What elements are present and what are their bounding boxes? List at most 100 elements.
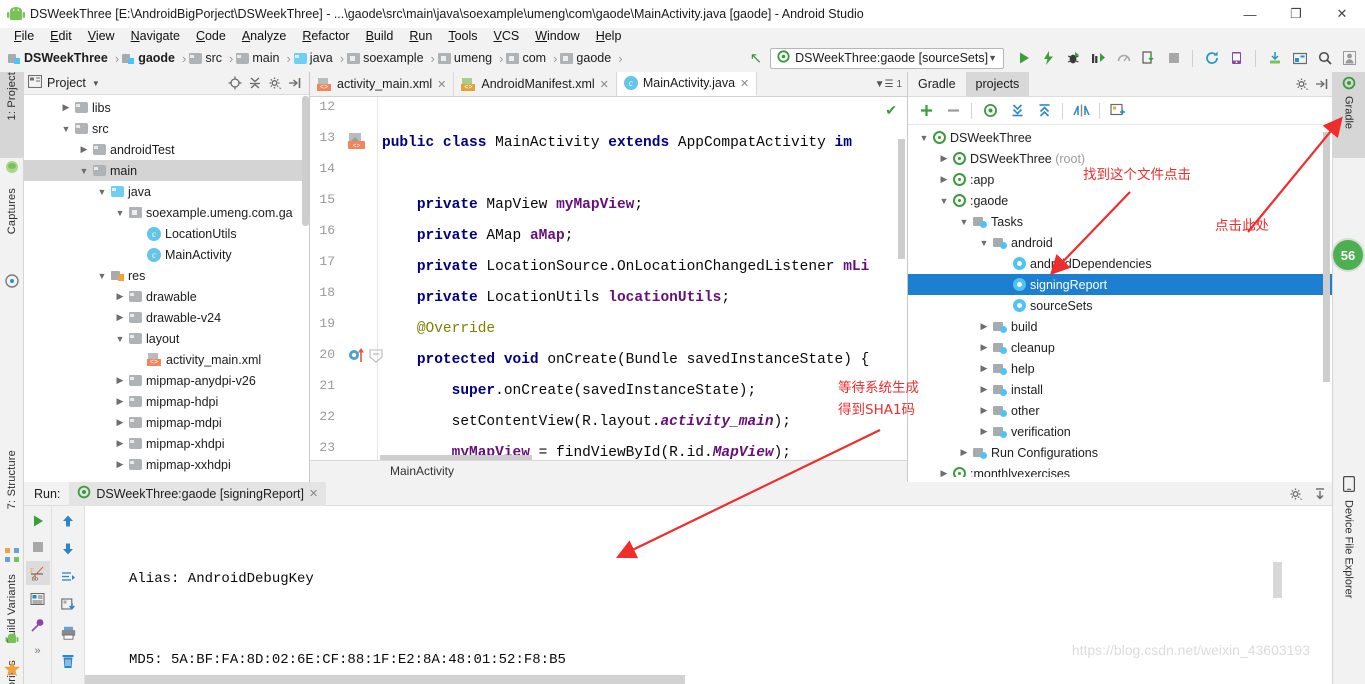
chevron-right-icon[interactable]: ▶ [978,384,990,395]
trash-icon[interactable] [56,649,80,673]
attach-debugger-icon[interactable] [1137,47,1160,69]
chevron-down-icon[interactable]: ▼ [938,196,950,206]
code-fold-icon[interactable] [369,349,383,366]
menu-item-build[interactable]: Build [358,28,402,44]
gradle-tree-row[interactable]: ▶:app [908,169,1332,190]
project-tree-row[interactable]: ▼ layout [24,328,309,349]
editor-breadcrumb[interactable]: MainActivity [390,464,454,478]
gradle-tree-row[interactable]: ▶ cleanup [908,337,1332,358]
menu-item-refactor[interactable]: Refactor [294,28,357,44]
chevron-right-icon[interactable]: ▶ [78,144,90,155]
chevron-down-icon[interactable]: ▼ [78,166,90,176]
menu-item-file[interactable]: File [6,28,42,44]
gradle-tree-row[interactable]: ▶ DSWeekThree (root) [908,148,1332,169]
project-tree-row[interactable]: ▶ libs [24,97,309,118]
remove-icon[interactable] [940,99,966,123]
hide-icon[interactable] [1308,483,1332,505]
chevron-right-icon[interactable]: ▶ [114,375,126,386]
gradle-tree-row[interactable]: ▶ install [908,379,1332,400]
apply-changes-icon[interactable] [1037,47,1060,69]
close-icon[interactable]: ✕ [740,77,749,90]
project-tree-row[interactable]: ▶ androidTest [24,139,309,160]
up-icon[interactable] [56,509,80,533]
editor-tab-mainactivity-java[interactable]: c MainActivity.java ✕ [616,72,758,96]
notification-bubble[interactable]: 56 [1331,238,1365,272]
collapse-all-icon[interactable] [245,73,265,93]
project-tree-row[interactable]: ▼ main [24,160,309,181]
chevron-right-icon[interactable]: ▶ [958,447,970,458]
export-icon[interactable] [56,593,80,617]
gradle-tree-row[interactable]: ▶androidDependencies [908,253,1332,274]
close-button[interactable]: ✕ [1319,0,1365,28]
project-tree-row[interactable]: ▶ mipmap-hdpi [24,391,309,412]
project-tree-row[interactable]: ▼ res [24,265,309,286]
menu-item-run[interactable]: Run [401,28,440,44]
breadcrumb-item-src[interactable]: src [189,47,224,69]
editor-tab-androidmanifest-xml[interactable]: <> AndroidManifest.xml ✕ [454,72,617,96]
editor-gutter[interactable]: 12 13 14 15 16 17 18 19 20 21 22 23 24 <… [310,97,383,468]
console-output[interactable]: Alias: AndroidDebugKey MD5: 5A:BF:FA:8D:… [85,506,1332,684]
user-icon[interactable] [1338,47,1361,69]
menu-item-analyze[interactable]: Analyze [234,28,294,44]
sync-gradle-icon[interactable] [1200,47,1223,69]
project-scrollbar[interactable] [302,96,309,226]
locate-icon[interactable] [225,73,245,93]
breadcrumb-item-dsweekthree[interactable]: DSWeekThree [8,47,110,69]
stop-icon[interactable] [1162,47,1185,69]
chevron-down-icon[interactable]: ▼ [96,187,108,197]
soft-wrap-icon[interactable] [26,587,50,611]
editor-tab-overflow[interactable]: ▼☰ 1 [875,72,907,96]
override-method-icon[interactable] [348,347,368,366]
close-icon[interactable]: ✕ [437,78,446,91]
chevron-right-icon[interactable]: ▶ [60,102,72,113]
gradle-tree-row[interactable]: ▶sourceSets [908,295,1332,316]
toggle-offline-icon[interactable] [1068,99,1094,123]
refresh-gradle-icon[interactable] [977,99,1003,123]
gradle-tree-row[interactable]: ▼ Tasks [908,211,1332,232]
chevron-right-icon[interactable]: ▶ [938,174,950,185]
close-icon[interactable]: ✕ [600,78,609,91]
maximize-button[interactable]: ❐ [1273,0,1319,28]
sidebar-item-project[interactable]: 1: Project [0,72,24,158]
back-arrow-icon[interactable]: ↖ [750,49,763,67]
project-tree-row[interactable]: ▶ mipmap-xxhdpi [24,454,309,475]
inspection-status-icon[interactable]: ✔ [885,102,897,119]
menu-item-navigate[interactable]: Navigate [123,28,188,44]
tab-gradle[interactable]: Gradle [908,72,966,97]
breadcrumb-item-gaode[interactable]: gaode [560,47,613,69]
chevron-down-icon[interactable]: ▼ [918,133,930,143]
breadcrumb-item-umeng[interactable]: umeng [437,47,494,69]
avd-manager-icon[interactable] [1225,47,1248,69]
print-icon[interactable] [56,621,80,645]
toggle-case-icon[interactable]: Fab [25,561,50,585]
profiler-icon[interactable] [1112,47,1135,69]
down-icon[interactable] [56,537,80,561]
gradle-tree-row[interactable]: ▶ build [908,316,1332,337]
sidebar-item-gradle[interactable]: Gradle [1332,72,1365,158]
gear-icon[interactable] [1284,483,1308,505]
chevron-right-icon[interactable]: ▶ [114,438,126,449]
breadcrumb-item-soexample[interactable]: soexample [347,47,425,69]
execute-task-icon[interactable] [1105,99,1131,123]
gradle-tree-row[interactable]: ▼:gaode [908,190,1332,211]
tab-projects[interactable]: projects [965,71,1030,97]
chevron-down-icon[interactable]: ▼ [96,271,108,281]
pin-icon[interactable] [26,613,50,637]
breadcrumb-item-com[interactable]: com [506,47,548,69]
expand-icon[interactable]: » [26,639,50,663]
chevron-down-icon[interactable]: ▼ [114,208,126,218]
gear-icon[interactable] [265,73,285,93]
project-structure-icon[interactable] [1288,47,1311,69]
add-icon[interactable] [913,99,939,123]
breadcrumb-item-main[interactable]: main [236,47,281,69]
chevron-right-icon[interactable]: ▶ [114,459,126,470]
gradle-tree-row[interactable]: ▶ help [908,358,1332,379]
xml-layout-gutter-icon[interactable]: <> [348,133,366,153]
gradle-tree-row[interactable]: ▶ Run Configurations [908,442,1332,463]
sidebar-item-device-file-explorer[interactable]: Device File Explorer [1332,472,1365,652]
menu-item-window[interactable]: Window [527,28,587,44]
menu-item-help[interactable]: Help [588,28,630,44]
project-tree-row[interactable]: ▶ drawable-v24 [24,307,309,328]
chevron-right-icon[interactable]: ▶ [978,426,990,437]
chevron-down-icon[interactable]: ▼ [92,79,100,88]
